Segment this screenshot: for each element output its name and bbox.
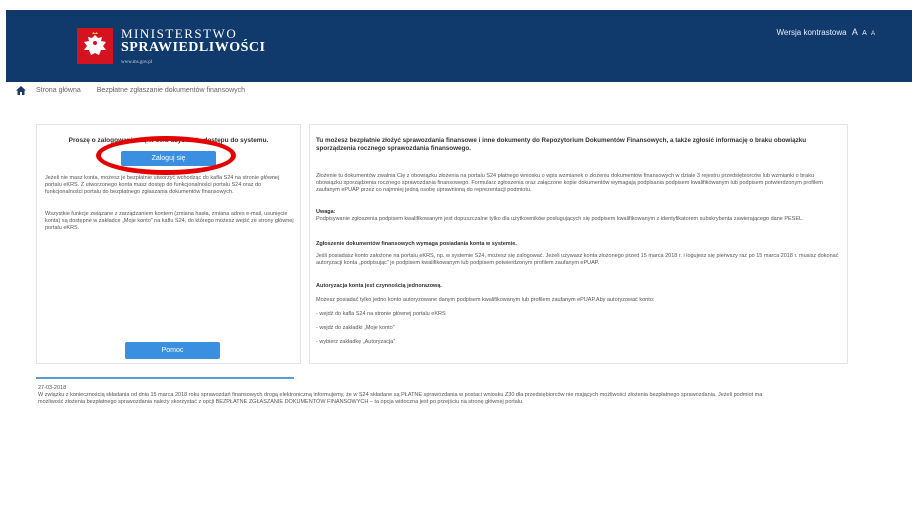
- news-text: W związku z koniecznością składania od d…: [38, 392, 763, 405]
- info-panel: Tu możesz bezpłatnie złożyć sprawozdania…: [309, 124, 848, 364]
- font-size-large[interactable]: A: [852, 27, 858, 37]
- info-paragraph-1: Złożenie tu dokumentów zwalnia Cię z obo…: [316, 173, 823, 193]
- font-size-small[interactable]: A: [871, 31, 875, 37]
- account-management-paragraph: Wszystkie funkcje związane z zarządzanie…: [45, 211, 294, 231]
- authorization-heading: Autoryzacja konta jest czynnością jednor…: [316, 283, 442, 289]
- login-highlight-ring: [96, 136, 236, 175]
- brand-line2[interactable]: SPRAWIEDLIWOŚCI: [121, 40, 265, 56]
- font-size-medium[interactable]: A: [862, 30, 867, 37]
- breadcrumb-home-link[interactable]: Strona główna: [36, 87, 81, 94]
- contrast-version-link[interactable]: Wersja kontrastowa: [776, 28, 846, 37]
- note-label: Uwaga:: [316, 209, 336, 215]
- info-panel-title: Tu możesz bezpłatnie złożyć sprawozdania…: [316, 137, 807, 152]
- note-text: Podpisywanie zgłoszenia podpisem kwalifi…: [316, 216, 804, 222]
- home-icon[interactable]: [16, 86, 26, 95]
- login-info-paragraph: Jeżeli nie masz konta, możesz je bezpłat…: [45, 175, 280, 195]
- breadcrumb-current: Bezpłatne zgłaszanie dokumentów finansow…: [96, 87, 246, 94]
- brand-url: www.ms.gov.pl: [121, 60, 153, 65]
- step-item: - wejdź do zakładki „Moje konto”: [316, 325, 395, 331]
- news-date: 27-03-2018: [38, 385, 67, 391]
- site-header: MINISTERSTWO SPRAWIEDLIWOŚCI www.ms.gov.…: [6, 10, 912, 82]
- eagle-emblem-icon[interactable]: [77, 28, 113, 64]
- help-button[interactable]: Pomoc: [125, 342, 220, 359]
- news-block: 27-03-2018 W związku z koniecznością skł…: [38, 385, 768, 406]
- news-divider: [36, 377, 294, 379]
- breadcrumb: Strona główna Bezpłatne zgłaszanie dokum…: [16, 86, 245, 95]
- info-paragraph-2: Jeśli posiadasz konto założone na portal…: [316, 253, 839, 266]
- contrast-and-font-controls: Wersja kontrastowa A A A: [776, 27, 875, 37]
- step-item: - wejdź do kafla S24 na stronie głównej …: [316, 311, 446, 317]
- step-item: - wybierz zakładkę „Autoryzacja”: [316, 339, 396, 345]
- account-required-heading: Zgłoszenie dokumentów finansowych wymaga…: [316, 241, 517, 247]
- note-block: Uwaga: Podpisywanie zgłoszenia podpisem …: [316, 209, 841, 223]
- info-paragraph-3: Możesz posiadać tylko jedno konto autory…: [316, 297, 655, 303]
